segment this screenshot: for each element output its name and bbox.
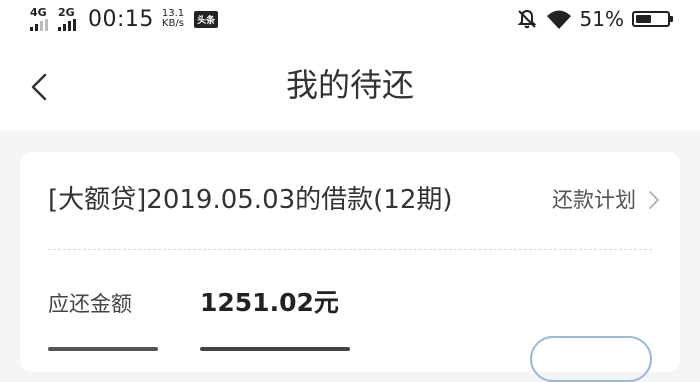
status-bar-right: 51% — [516, 5, 673, 33]
network-type-label: 4G — [30, 6, 47, 19]
speed-unit: KB/s — [161, 18, 184, 29]
signal-icon — [58, 19, 78, 31]
amount-due-label: 应还金额 — [48, 292, 132, 316]
page-title: 我的待还 — [285, 66, 414, 104]
app-badge: 头条 — [194, 10, 219, 28]
amount-due-value: 1251.02元 — [200, 288, 339, 317]
wifi-icon — [546, 10, 571, 29]
battery-percent: 51% — [579, 7, 624, 31]
chevron-right-icon — [649, 191, 659, 209]
loan-card: [大额贷]2019.05.03的借款(12期) 还款计划 应还金额 1251.0… — [20, 152, 680, 382]
network-2: 2G — [58, 7, 78, 31]
repayment-plan-link[interactable]: 还款计划 — [552, 185, 660, 215]
loan-title: [大额贷]2019.05.03的借款(12期) — [48, 185, 453, 215]
signal-icon — [30, 19, 50, 31]
action-button[interactable] — [530, 336, 652, 382]
network-speed: 13.1 KB/s — [162, 9, 184, 29]
mute-bell-icon — [517, 9, 536, 29]
battery-fill — [636, 15, 651, 23]
battery-icon — [632, 11, 673, 27]
status-time: 00:15 — [88, 6, 154, 32]
cropped-row-value — [200, 342, 350, 352]
cropped-row-label — [48, 342, 158, 352]
network-type-label: 2G — [58, 6, 75, 19]
repayment-plan-label: 还款计划 — [552, 188, 636, 212]
network-1: 4G — [30, 7, 50, 31]
divider — [48, 249, 652, 250]
status-bar-left: 4G 2G 00:15 13.1 KB/s 头条 — [30, 5, 219, 33]
header-area: 4G 2G 00:15 13.1 KB/s 头条 51% 我的待还 — [0, 0, 700, 131]
